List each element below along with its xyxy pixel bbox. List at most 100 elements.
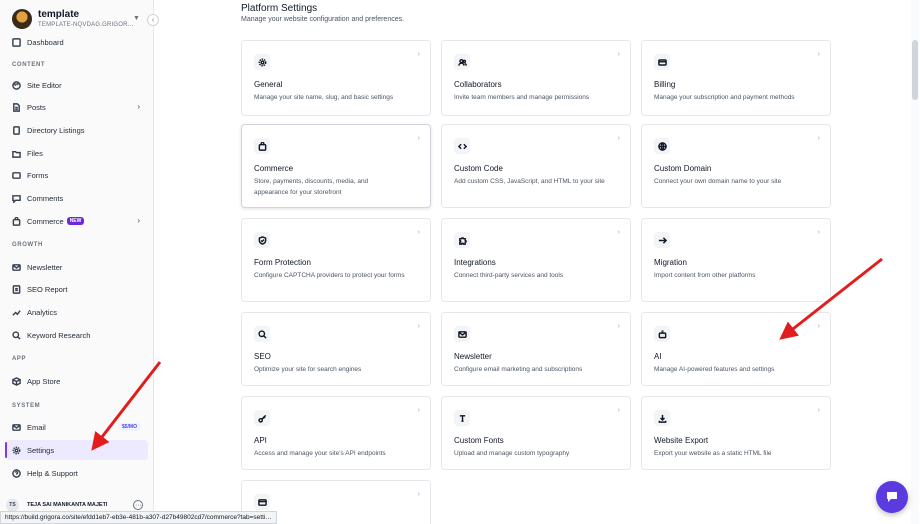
chevron-right-icon: ›	[617, 407, 620, 414]
section-label-content: CONTENT	[12, 62, 46, 68]
settings-card-custom-fonts[interactable]: › Custom Fonts Upload and manage custom …	[441, 396, 631, 470]
sidebar-item-newsletter[interactable]: Newsletter	[6, 257, 148, 277]
section-label-app: APP	[12, 356, 27, 362]
scrollbar-thumb[interactable]	[912, 40, 918, 100]
section-label-system: SYSTEM	[12, 403, 41, 409]
page-subtitle: Manage your website configuration and pr…	[241, 16, 405, 23]
sidebar-item-help[interactable]: Help & Support	[6, 463, 148, 483]
sidebar-item-keyword-research[interactable]: Keyword Research	[6, 325, 148, 345]
sidebar-item-label: Settings	[27, 445, 55, 455]
settings-card-custom-domain[interactable]: › Custom Domain Connect your own domain …	[641, 124, 831, 208]
settings-card-form-protection[interactable]: › Form Protection Configure CAPTCHA prov…	[241, 218, 431, 302]
search-icon	[12, 330, 21, 340]
chat-support-button[interactable]	[876, 481, 908, 513]
box-icon	[12, 376, 21, 386]
chevron-right-icon: ›	[137, 102, 140, 111]
sidebar-item-files[interactable]: Files	[6, 143, 148, 163]
price-badge: $5/MO	[118, 423, 140, 431]
settings-card-api[interactable]: › API Access and manage your site's API …	[241, 396, 431, 470]
card-description: Invite team members and manage permissio…	[454, 94, 590, 101]
gear-icon	[254, 54, 270, 70]
card-title: Website Export	[654, 436, 709, 445]
chevron-right-icon: ›	[617, 51, 620, 58]
card-description: Import content from other platforms	[654, 272, 756, 279]
globe-icon	[654, 138, 670, 154]
settings-card-general[interactable]: › General Manage your site name, slug, a…	[241, 40, 431, 116]
settings-card-custom-code[interactable]: › Custom Code Add custom CSS, JavaScript…	[441, 124, 631, 208]
card-description: Connect your own domain name to your sit…	[654, 178, 782, 185]
site-logo	[12, 9, 32, 29]
help-icon	[12, 468, 21, 478]
type-icon	[454, 410, 470, 426]
mail-icon	[454, 326, 470, 342]
robot-icon	[654, 326, 670, 342]
sidebar-item-dashboard[interactable]: Dashboard	[6, 32, 148, 52]
card-title: Form Protection	[254, 258, 311, 267]
sidebar-item-label: Analytics	[27, 307, 58, 317]
app-window: template TEMPLATE-NQVDAG.GRIGOR… ▼ Dashb…	[0, 0, 920, 524]
card-title: General	[254, 80, 283, 89]
sidebar-item-forms[interactable]: Forms	[6, 165, 148, 185]
settings-card-integrations[interactable]: › Integrations Connect third-party servi…	[441, 218, 631, 302]
settings-card-newsletter[interactable]: › Newsletter Configure email marketing a…	[441, 312, 631, 386]
card-description: Manage your subscription and payment met…	[654, 94, 795, 101]
chevron-right-icon: ›	[817, 229, 820, 236]
settings-card-website-export[interactable]: › Website Export Export your website as …	[641, 396, 831, 470]
sidebar-item-commerce[interactable]: Commerce NEW ›	[6, 211, 148, 231]
card-description: Export your website as a static HTML fil…	[654, 450, 772, 457]
download-icon	[654, 410, 670, 426]
settings-card-ai[interactable]: › AI Manage AI-powered features and sett…	[641, 312, 831, 386]
card-title: AI	[654, 352, 662, 361]
settings-card-migration[interactable]: › Migration Import content from other pl…	[641, 218, 831, 302]
settings-card-commerce[interactable]: › Commerce Store, payments, discounts, m…	[241, 124, 431, 208]
chevron-right-icon: ›	[817, 135, 820, 142]
shopping-bag-icon	[254, 138, 270, 154]
card-title: SEO	[254, 352, 271, 361]
collapse-sidebar-button[interactable]: ‹	[147, 14, 159, 26]
sidebar-item-label: Comments	[27, 193, 64, 203]
new-badge: NEW	[66, 217, 85, 225]
sidebar-item-site-editor[interactable]: Site Editor	[6, 75, 148, 95]
chevron-right-icon: ›	[617, 323, 620, 330]
credit-card-icon	[654, 54, 670, 70]
mail-icon	[12, 423, 21, 432]
comment-icon	[12, 194, 21, 203]
sidebar-item-posts[interactable]: Posts ›	[6, 97, 148, 117]
folder-icon	[12, 149, 21, 158]
sidebar-item-app-store[interactable]: App Store	[6, 371, 148, 391]
sidebar-item-settings[interactable]: Settings	[5, 440, 148, 460]
card-title: Custom Code	[454, 164, 503, 173]
sidebar-item-seo-report[interactable]: SEO Report	[6, 279, 148, 299]
card-title: Collaborators	[454, 80, 502, 89]
sidebar-item-label: Commerce	[27, 216, 64, 226]
gear-icon	[12, 446, 21, 455]
sidebar-item-label: Site Editor	[27, 80, 62, 90]
report-icon	[12, 284, 21, 294]
sidebar-item-directory-listings[interactable]: Directory Listings	[6, 120, 148, 140]
form-icon	[12, 171, 21, 180]
sidebar-item-label: Posts	[27, 102, 46, 112]
sidebar-item-label: Newsletter	[27, 262, 63, 272]
code-icon	[454, 138, 470, 154]
shopping-bag-icon	[12, 216, 21, 226]
more-icon[interactable]: ⋯	[133, 500, 143, 510]
mail-icon	[12, 263, 21, 272]
chevron-right-icon: ›	[617, 229, 620, 236]
card-description: Configure email marketing and subscripti…	[454, 366, 583, 373]
sidebar-item-comments[interactable]: Comments	[6, 188, 148, 208]
card-title: Custom Fonts	[454, 436, 504, 445]
sidebar-item-email[interactable]: Email $5/MO	[6, 417, 148, 437]
sidebar-item-analytics[interactable]: Analytics	[6, 302, 148, 322]
arrow-right-icon	[654, 232, 670, 248]
user-name: TEJA SAI MANIKANTA MAJETI	[27, 502, 108, 508]
chat-icon	[887, 492, 897, 502]
chevron-right-icon: ›	[417, 135, 420, 142]
chevron-right-icon: ›	[137, 216, 140, 225]
book-icon	[12, 125, 21, 135]
settings-card-billing[interactable]: › Billing Manage your subscription and p…	[641, 40, 831, 116]
sidebar-item-label: Files	[27, 148, 43, 158]
settings-card-seo[interactable]: › SEO Optimize your site for search engi…	[241, 312, 431, 386]
sidebar-item-label: Directory Listings	[27, 125, 85, 135]
site-subdomain: TEMPLATE-NQVDAG.GRIGOR…	[38, 21, 134, 28]
settings-card-collaborators[interactable]: › Collaborators Invite team members and …	[441, 40, 631, 116]
